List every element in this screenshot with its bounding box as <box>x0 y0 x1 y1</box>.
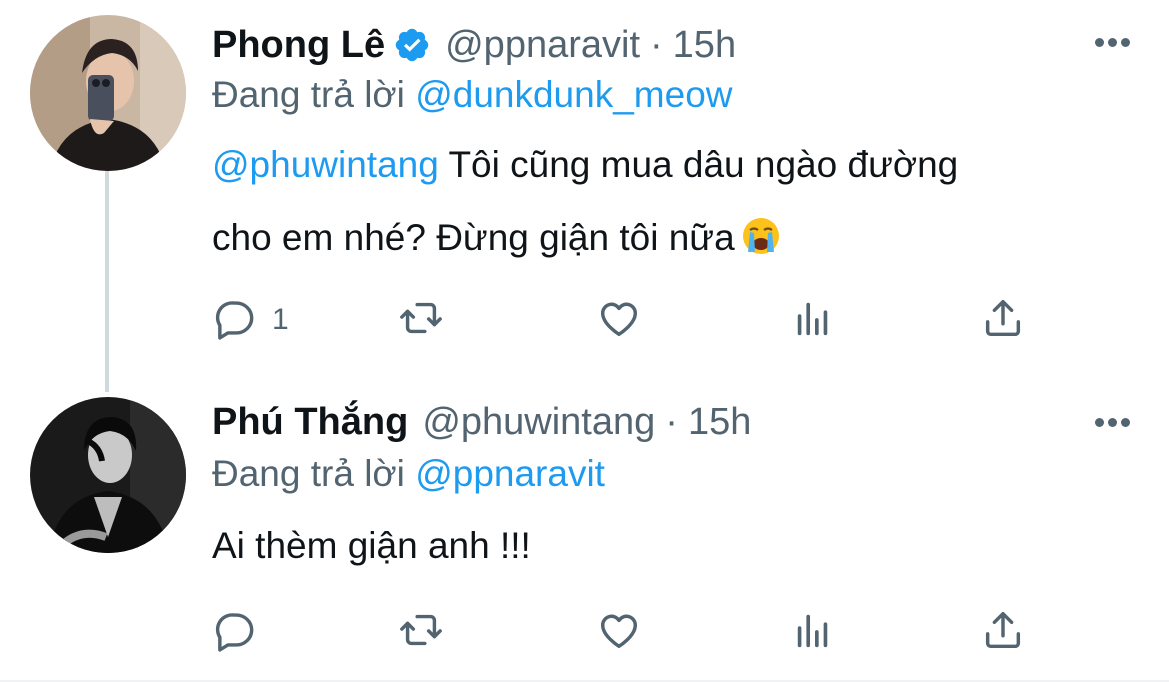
retweet-button[interactable] <box>398 608 444 656</box>
share-icon <box>980 607 1026 658</box>
retweet-icon <box>398 295 444 346</box>
analytics-button[interactable] <box>790 296 836 344</box>
analytics-button[interactable] <box>790 608 836 656</box>
replying-to-line: Đang trả lời @dunkdunk_meow <box>212 73 733 117</box>
replying-to-mention[interactable]: @dunkdunk_meow <box>415 74 732 115</box>
user-handle[interactable]: @ppnaravit <box>445 22 640 68</box>
reply-icon <box>212 295 258 346</box>
verified-badge-icon <box>393 26 431 64</box>
tweet-mention[interactable]: @phuwintang <box>212 144 439 185</box>
share-button[interactable] <box>980 608 1026 656</box>
tweet-text-line1: Ai thèm giận anh !!! <box>212 525 531 566</box>
like-button[interactable] <box>596 296 642 344</box>
tweet-phuwintang[interactable]: Phú Thắng @phuwintang · 15h Đang trả lời… <box>0 380 1169 682</box>
tweet-text-line2: cho em nhé? Đừng giận tôi nữa <box>212 217 735 258</box>
more-icon[interactable] <box>1095 34 1139 54</box>
retweet-button[interactable] <box>398 296 444 344</box>
loudly-crying-face-icon <box>741 207 781 254</box>
tweet-header: Phú Thắng @phuwintang · 15h <box>212 399 751 445</box>
reply-count: 1 <box>272 303 289 336</box>
reply-button[interactable] <box>212 608 258 656</box>
timestamp[interactable]: 15h <box>688 399 751 445</box>
tweet-text: @phuwintang Tôi cũng mua dâu ngào đường … <box>212 128 1132 274</box>
replying-to-line: Đang trả lời @ppnaravit <box>212 452 605 496</box>
analytics-icon <box>790 295 836 346</box>
tweet-text-line1: Tôi cũng mua dâu ngào đường <box>438 144 959 185</box>
tweet-actions <box>212 608 1062 656</box>
retweet-icon <box>398 607 444 658</box>
like-button[interactable] <box>596 608 642 656</box>
reply-icon <box>212 607 258 658</box>
share-button[interactable] <box>980 296 1026 344</box>
heart-icon <box>596 295 642 346</box>
avatar-ppnaravit[interactable] <box>30 15 186 171</box>
separator-dot: · <box>665 401 678 443</box>
analytics-icon <box>790 607 836 658</box>
separator-dot: · <box>650 24 663 66</box>
more-icon[interactable] <box>1095 414 1139 434</box>
display-name[interactable]: Phong Lê <box>212 22 385 68</box>
replying-to-label: Đang trả lời <box>212 74 405 115</box>
tweet-ppnaravit[interactable]: Phong Lê @ppnaravit · 15h Đang trả lời @… <box>0 0 1169 392</box>
display-name[interactable]: Phú Thắng <box>212 399 408 445</box>
tweet-header: Phong Lê @ppnaravit · 15h <box>212 22 736 68</box>
user-handle[interactable]: @phuwintang <box>422 399 655 445</box>
reply-button[interactable]: 1 <box>212 296 289 344</box>
replying-to-mention[interactable]: @ppnaravit <box>415 453 605 494</box>
thread-connector-line <box>105 170 109 392</box>
tweet-actions: 1 <box>212 296 1062 344</box>
heart-icon <box>596 607 642 658</box>
avatar-phuwintang[interactable] <box>30 397 186 553</box>
tweet-text: Ai thèm giận anh !!! <box>212 509 1132 582</box>
replying-to-label: Đang trả lời <box>212 453 405 494</box>
timestamp[interactable]: 15h <box>673 22 736 68</box>
share-icon <box>980 295 1026 346</box>
